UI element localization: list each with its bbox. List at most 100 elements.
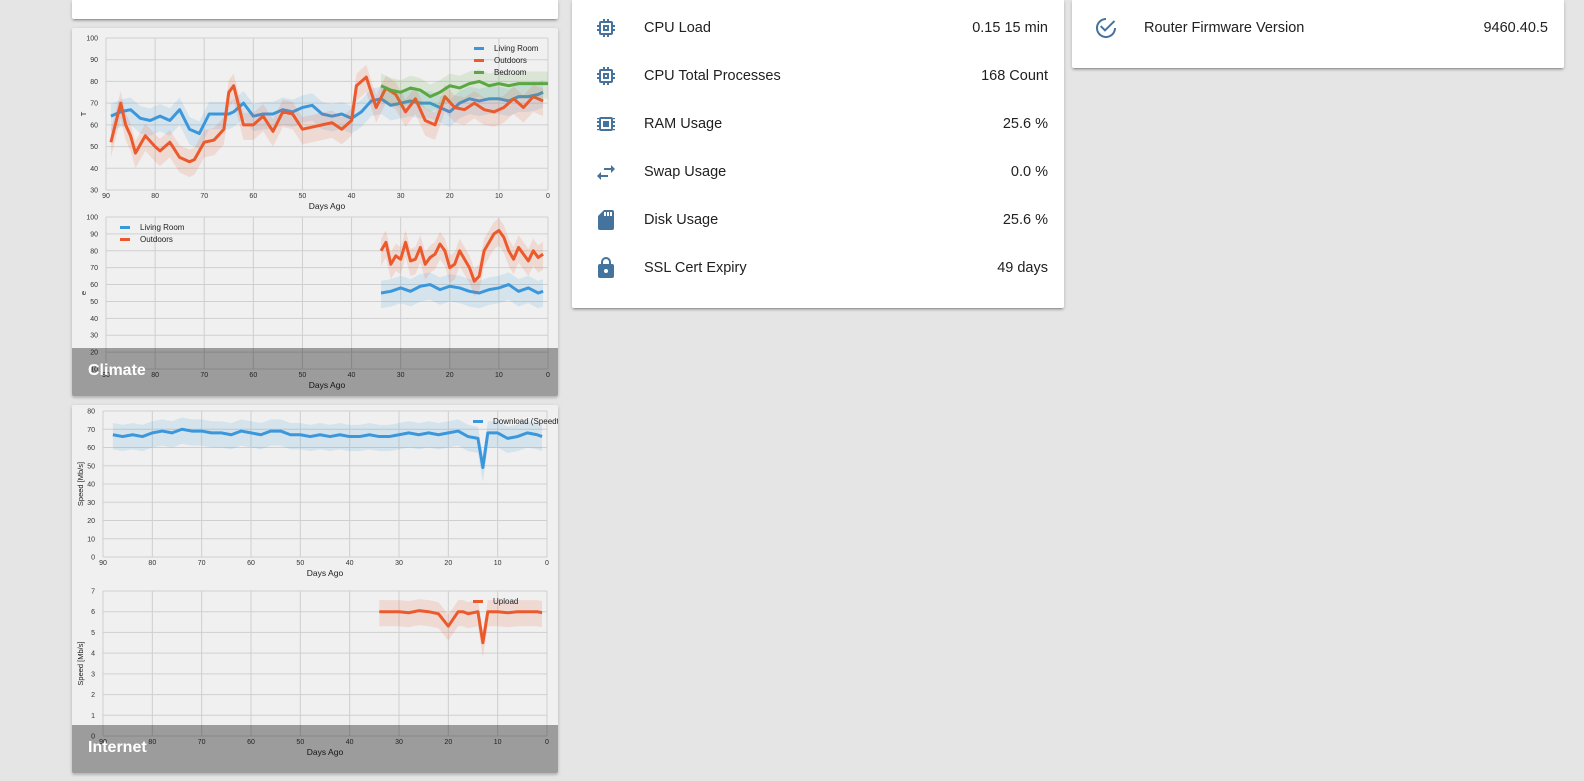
legend-swatch <box>474 71 484 74</box>
x-tick-label: 60 <box>249 193 257 200</box>
swap-icon <box>597 165 615 180</box>
y-tick-label: 80 <box>90 248 98 255</box>
y-tick-label: 100 <box>86 36 98 43</box>
system-monitor-card: CPU Load 0.15 15 min CPU Total Processes… <box>572 0 1064 308</box>
legend-entry: Download (Speedtest) <box>493 417 558 426</box>
y-tick-label: 10 <box>87 536 95 543</box>
entity-row-disk-usage[interactable]: Disk Usage 25.6 % <box>572 196 1064 244</box>
y-tick-label: 60 <box>87 445 95 452</box>
entity-value: 0.0 % <box>1010 164 1048 180</box>
x-tick-label: 10 <box>494 560 502 567</box>
internet-caption: Internet <box>88 739 147 756</box>
entity-row-ssl-expiry[interactable]: SSL Cert Expiry 49 days <box>572 244 1064 292</box>
legend-entry: Upload <box>493 597 518 606</box>
legend-entry: Outdoors <box>494 56 527 65</box>
y-tick-label: 30 <box>90 188 98 195</box>
x-tick-label: 50 <box>296 560 304 567</box>
legend-swatch <box>120 238 130 241</box>
series-band <box>379 599 543 658</box>
x-tick-label: 20 <box>446 193 454 200</box>
cpu-icon <box>597 67 615 85</box>
x-tick-label: 30 <box>397 193 405 200</box>
entity-label: CPU Total Processes <box>644 68 781 84</box>
y-tick-label: 100 <box>86 215 98 222</box>
y-tick-label: 80 <box>87 409 95 416</box>
cpu-icon <box>597 19 615 37</box>
series-band <box>112 417 543 483</box>
legend-swatch <box>473 600 483 603</box>
y-tick-label: 90 <box>90 231 98 238</box>
legend-entry: Living Room <box>140 223 185 232</box>
y-tick-label: 60 <box>90 282 98 289</box>
y-tick-label: 80 <box>90 79 98 86</box>
x-tick-label: 0 <box>546 193 550 200</box>
legend-entry: Outdoors <box>140 235 173 244</box>
entity-value: 168 Count <box>981 68 1048 84</box>
climate-caption: Climate <box>88 362 146 379</box>
x-tick-label: 10 <box>495 193 503 200</box>
x-tick-label: 60 <box>247 560 255 567</box>
y-tick-label: 5 <box>91 630 95 637</box>
entity-label: Swap Usage <box>644 164 727 180</box>
y-tick-label: 50 <box>90 299 98 306</box>
x-tick-label: 90 <box>99 560 107 567</box>
x-tick-label: 40 <box>348 193 356 200</box>
y-axis-label: T <box>79 111 88 116</box>
y-tick-label: 2 <box>91 692 95 699</box>
climate-card[interactable]: 90 80 70 60 50 40 30 20 10 0 30 40 50 60 70 80 90 100 Days… <box>72 28 558 396</box>
y-tick-label: 40 <box>90 166 98 173</box>
y-tick-label: 50 <box>90 144 98 151</box>
y-tick-label: 30 <box>90 333 98 340</box>
legend-swatch <box>474 59 484 62</box>
y-tick-label: 40 <box>87 482 95 489</box>
y-tick-label: 0 <box>91 555 95 562</box>
y-tick-label: 40 <box>90 316 98 323</box>
entity-row-swap-usage[interactable]: Swap Usage 0.0 % <box>572 148 1064 196</box>
x-tick-label: 70 <box>200 193 208 200</box>
x-tick-label: 70 <box>198 560 206 567</box>
y-axis-label: e <box>79 291 88 295</box>
chart-0: 90 80 70 60 50 40 30 20 10 030405060708090100Days… <box>79 36 550 212</box>
x-tick-label: 80 <box>151 193 159 200</box>
legend-swatch <box>473 420 483 423</box>
router-card: Router Firmware Version 9460.40.5 <box>1072 0 1564 68</box>
internet-card[interactable]: 90 80 70 60 50 40 30 20 10 0 0 10 20 30 40 50 60 70 80 Days… <box>72 405 558 773</box>
check-circle-icon <box>1096 18 1116 38</box>
entity-value: 9460.40.5 <box>1483 20 1548 36</box>
y-axis-label: Speed [Mb/s] <box>76 641 85 685</box>
entity-value: 25.6 % <box>1002 212 1048 228</box>
entity-label: RAM Usage <box>644 116 723 132</box>
entity-value: 25.6 % <box>1002 116 1048 132</box>
entity-value: 0.15 15 min <box>972 20 1048 36</box>
x-tick-label: 30 <box>395 560 403 567</box>
y-tick-label: 70 <box>87 427 95 434</box>
x-tick-label: 80 <box>148 560 156 567</box>
lock-icon <box>598 257 614 278</box>
y-tick-label: 60 <box>90 122 98 129</box>
x-tick-label: 90 <box>102 193 110 200</box>
x-axis-label: Days Ago <box>307 568 344 578</box>
y-axis-label: Speed [Mb/s] <box>76 462 85 506</box>
y-tick-label: 20 <box>87 518 95 525</box>
x-tick-label: 40 <box>346 560 354 567</box>
internet-caption-bar: Internet <box>72 725 558 773</box>
internet-history-graphs: 90 80 70 60 50 40 30 20 10 0 0 10 20 30 40 50 60 70 80 Days… <box>76 409 558 758</box>
entity-row-router-firmware[interactable]: Router Firmware Version 9460.40.5 <box>1072 4 1564 52</box>
x-axis-label: Days Ago <box>309 201 346 211</box>
chart-2: 90 80 70 60 50 40 30 20 10 0 0 10 20 30 40 50 60 70 80 Days… <box>76 409 558 579</box>
y-tick-label: 4 <box>91 651 95 658</box>
climate-caption-bar: Climate <box>72 348 558 396</box>
y-tick-label: 90 <box>90 57 98 64</box>
entity-label: SSL Cert Expiry <box>644 260 747 276</box>
legend-swatch <box>120 226 130 229</box>
legend-entry: Bedroom <box>494 68 527 77</box>
entity-row-cpu-processes[interactable]: CPU Total Processes 168 Count <box>572 52 1064 100</box>
y-tick-label: 30 <box>87 500 95 507</box>
top-card-stub <box>72 0 558 19</box>
entity-label: CPU Load <box>644 20 711 36</box>
entity-label: Disk Usage <box>644 212 719 228</box>
entity-row-ram-usage[interactable]: RAM Usage 25.6 % <box>572 100 1064 148</box>
legend-swatch <box>474 47 484 50</box>
entity-row-cpu-load[interactable]: CPU Load 0.15 15 min <box>572 4 1064 52</box>
y-tick-label: 1 <box>91 713 95 720</box>
